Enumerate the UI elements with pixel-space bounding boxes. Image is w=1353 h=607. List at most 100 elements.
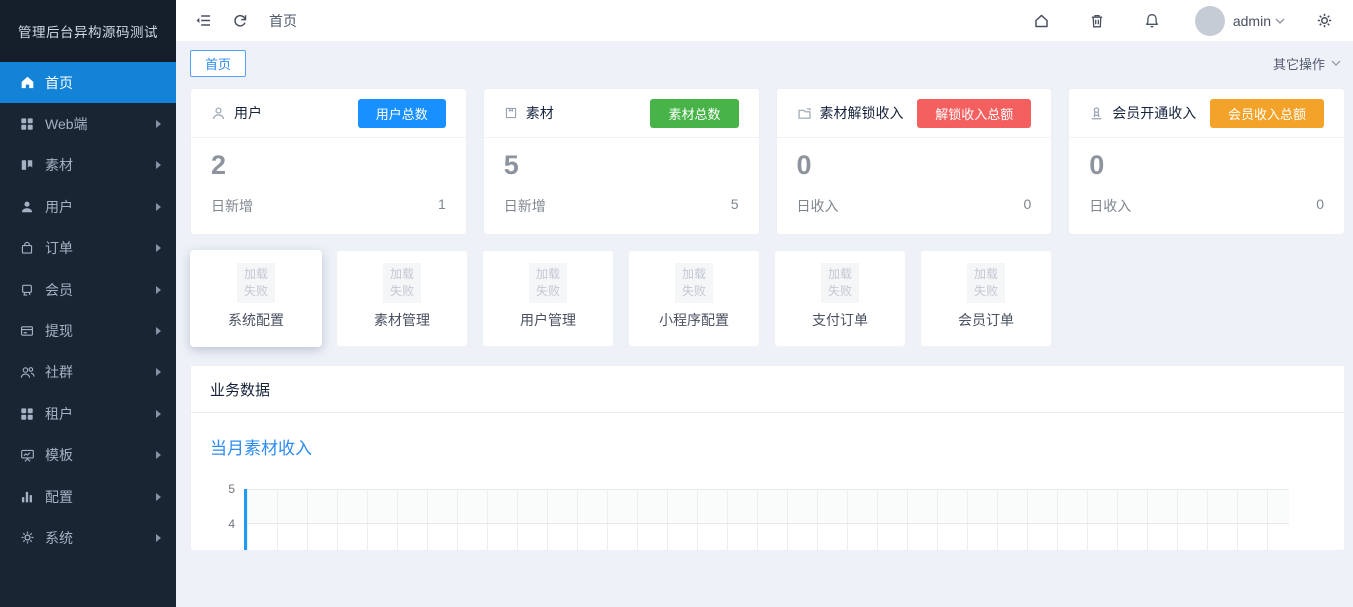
- stamp-icon: [1089, 106, 1104, 121]
- shortcut-user-manage[interactable]: 加载 失败 用户管理: [482, 250, 614, 347]
- sidebar-item-label: 租户: [45, 404, 73, 424]
- navbar-actions: admin: [1030, 6, 1336, 36]
- sidebar-item-withdraw[interactable]: 提现: [0, 310, 176, 351]
- chevron-right-icon: [156, 120, 161, 128]
- settings-gear-icon[interactable]: [1312, 9, 1336, 33]
- sidebar: 管理后台异构源码测试 首页 Web端 素材: [0, 0, 176, 607]
- stat-value: 2: [211, 151, 446, 181]
- main-area: 首页 admin: [176, 0, 1353, 607]
- shortcut-caption: 系统配置: [191, 310, 321, 330]
- sidebar-item-label: 提现: [45, 321, 73, 341]
- stat-badge[interactable]: 素材总数: [650, 99, 738, 128]
- grid-icon: [19, 116, 35, 132]
- admin-app: 管理后台异构源码测试 首页 Web端 素材: [0, 0, 1353, 607]
- stat-badge[interactable]: 用户总数: [358, 99, 446, 128]
- card-icon: [19, 323, 35, 339]
- image-load-failed-placeholder: 加载 失败: [529, 263, 567, 303]
- chevron-right-icon: [156, 286, 161, 294]
- stat-value: 0: [1089, 151, 1324, 181]
- chevron-right-icon: [156, 203, 161, 211]
- sidebar-item-user[interactable]: 用户: [0, 186, 176, 227]
- chevron-right-icon: [156, 244, 161, 252]
- sidebar-item-system[interactable]: 系统: [0, 517, 176, 558]
- chevron-right-icon: [156, 368, 161, 376]
- refresh-icon[interactable]: [228, 9, 252, 33]
- sidebar-item-tenant[interactable]: 租户: [0, 393, 176, 434]
- chevron-right-icon: [156, 327, 161, 335]
- stat-badge[interactable]: 会员收入总额: [1210, 99, 1324, 128]
- chart-title: 当月素材收入: [210, 434, 1344, 459]
- template-icon: [19, 447, 35, 463]
- stat-card-users: 用户 用户总数 2 日新增 1: [190, 88, 467, 235]
- user-avatar[interactable]: [1195, 6, 1225, 36]
- stat-sub-value: 0: [1023, 196, 1031, 216]
- stat-card-member-income: 会员开通收入 会员收入总额 0 日收入 0: [1068, 88, 1345, 235]
- sidebar-item-home[interactable]: 首页: [0, 62, 176, 103]
- shortcut-miniprogram-config[interactable]: 加载 失败 小程序配置: [628, 250, 760, 347]
- shortcut-row: 加载 失败 系统配置 加载 失败 素材管理 加载 失败: [190, 250, 1345, 347]
- more-actions-dropdown[interactable]: 其它操作: [1273, 54, 1345, 73]
- chevron-right-icon: [156, 534, 161, 542]
- chart-bar-icon: [19, 489, 35, 505]
- stat-sub-value: 0: [1316, 196, 1324, 216]
- image-load-failed-placeholder: 加载 失败: [821, 263, 859, 303]
- chevron-right-icon: [156, 161, 161, 169]
- section-title: 业务数据: [191, 366, 1344, 413]
- sidebar-item-config[interactable]: 配置: [0, 476, 176, 517]
- stat-sub-label: 日新增: [211, 196, 253, 216]
- sidebar-item-order[interactable]: 订单: [0, 228, 176, 269]
- chart-grid: [244, 489, 1289, 551]
- gear-icon: [19, 530, 35, 546]
- bookmark-icon: [504, 106, 518, 120]
- tab-home[interactable]: 首页: [190, 50, 246, 77]
- bag-icon: [19, 240, 35, 256]
- stat-card-materials: 素材 素材总数 5 日新增 5: [483, 88, 760, 235]
- sidebar-item-template[interactable]: 模板: [0, 435, 176, 476]
- shortcut-caption: 用户管理: [483, 310, 613, 330]
- shortcut-pay-orders[interactable]: 加载 失败 支付订单: [774, 250, 906, 347]
- sidebar-item-web[interactable]: Web端: [0, 103, 176, 144]
- sidebar-item-label: 订单: [45, 238, 73, 258]
- chevron-right-icon: [156, 451, 161, 459]
- chevron-right-icon: [156, 493, 161, 501]
- stat-sub-label: 日收入: [1089, 196, 1131, 216]
- home-icon: [19, 75, 35, 91]
- sidebar-item-label: Web端: [45, 114, 88, 134]
- stat-title: 素材: [526, 103, 554, 123]
- sidebar-item-community[interactable]: 社群: [0, 352, 176, 393]
- sidebar-item-label: 用户: [45, 197, 73, 217]
- sidebar-menu: 首页 Web端 素材 用户: [0, 62, 176, 559]
- stat-sub-label: 日新增: [504, 196, 546, 216]
- workspace: 首页 其它操作 用户 用户总数: [176, 41, 1353, 607]
- home-icon[interactable]: [1030, 9, 1054, 33]
- trash-icon[interactable]: [1085, 9, 1109, 33]
- bell-icon[interactable]: [1140, 9, 1164, 33]
- chevron-down-icon[interactable]: [1275, 18, 1285, 24]
- stat-sub-value: 5: [731, 196, 739, 216]
- sidebar-item-label: 系统: [45, 528, 73, 548]
- sidebar-item-member[interactable]: 会员: [0, 269, 176, 310]
- user-outline-icon: [211, 106, 226, 121]
- stats-row: 用户 用户总数 2 日新增 1: [190, 88, 1345, 235]
- chevron-down-icon: [1331, 60, 1341, 66]
- shortcut-system-config[interactable]: 加载 失败 系统配置: [190, 250, 322, 347]
- shortcut-member-orders[interactable]: 加载 失败 会员订单: [920, 250, 1052, 347]
- shortcut-caption: 支付订单: [775, 310, 905, 330]
- shortcut-material-manage[interactable]: 加载 失败 素材管理: [336, 250, 468, 347]
- shortcut-caption: 会员订单: [921, 310, 1051, 330]
- stat-title: 会员开通收入: [1112, 103, 1196, 123]
- stat-sub-label: 日收入: [797, 196, 839, 216]
- stat-value: 5: [504, 151, 739, 181]
- badge-icon: [19, 282, 35, 298]
- image-load-failed-placeholder: 加载 失败: [967, 263, 1005, 303]
- menu-fold-icon[interactable]: [191, 9, 215, 33]
- sidebar-item-material[interactable]: 素材: [0, 145, 176, 186]
- shortcut-caption: 素材管理: [337, 310, 467, 330]
- stat-badge[interactable]: 解锁收入总额: [917, 99, 1031, 128]
- stat-title: 素材解锁收入: [820, 103, 904, 123]
- username[interactable]: admin: [1233, 13, 1271, 29]
- users-icon: [19, 364, 35, 380]
- sidebar-item-label: 素材: [45, 155, 73, 175]
- monthly-income-chart: 5 4: [244, 489, 1289, 551]
- breadcrumb[interactable]: 首页: [269, 11, 297, 31]
